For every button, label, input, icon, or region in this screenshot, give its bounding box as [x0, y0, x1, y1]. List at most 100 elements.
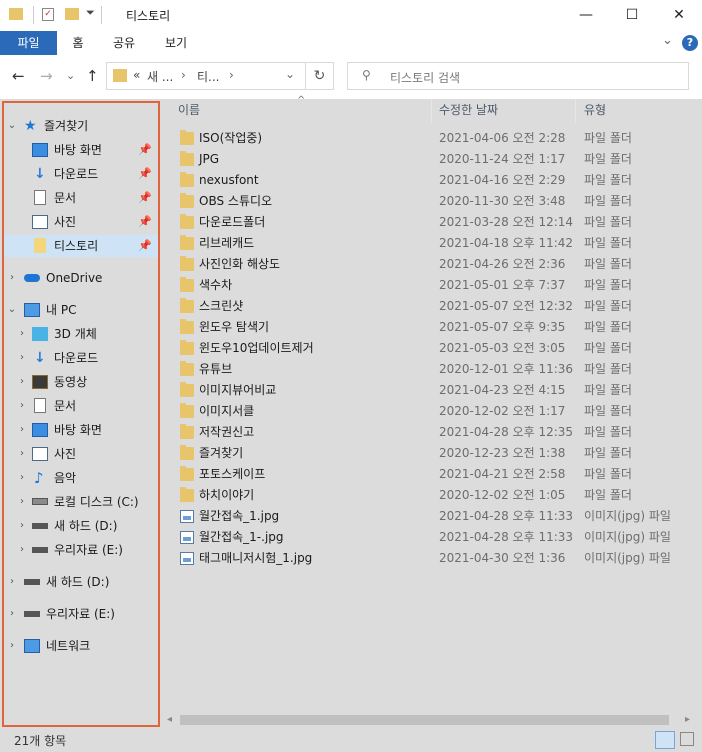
tab-share[interactable]: 공유: [104, 31, 144, 55]
nav-item-desktop[interactable]: › 바탕 화면: [4, 419, 158, 441]
properties-icon[interactable]: ✓: [42, 8, 54, 21]
nav-item-music[interactable]: › ♪ 음악: [4, 467, 158, 489]
chevron-right-icon[interactable]: ›: [16, 467, 28, 489]
scrollbar-thumb[interactable]: [180, 715, 669, 725]
chevron-right-icon[interactable]: ›: [6, 267, 18, 289]
nav-drive-d[interactable]: › 새 하드 (D:): [4, 571, 158, 593]
column-divider[interactable]: [431, 99, 432, 123]
file-row[interactable]: 스크린샷 2021-05-07 오전 12:32 파일 폴더: [174, 296, 680, 317]
pin-icon[interactable]: 📌: [138, 187, 152, 209]
scroll-right-arrow-icon[interactable]: ▸: [685, 714, 690, 725]
pin-icon[interactable]: 📌: [138, 139, 152, 161]
chevron-right-icon[interactable]: ›: [6, 635, 18, 657]
chevron-down-icon[interactable]: ⌄: [6, 299, 18, 321]
nav-item-pictures[interactable]: › 사진: [4, 443, 158, 465]
nav-item-desktop[interactable]: 바탕 화면 📌: [4, 139, 158, 161]
nav-item-tistory[interactable]: 티스토리 📌: [4, 235, 158, 257]
recent-locations-button[interactable]: ⌄: [66, 69, 75, 82]
nav-quick-access[interactable]: ⌄ ★ 즐겨찾기: [4, 115, 158, 137]
file-row[interactable]: OBS 스튜디오 2020-11-30 오전 3:48 파일 폴더: [174, 191, 680, 212]
file-row[interactable]: nexusfont 2021-04-16 오전 2:29 파일 폴더: [174, 170, 680, 191]
nav-item-videos[interactable]: › 동영상: [4, 371, 158, 393]
nav-item-drive-d[interactable]: › 새 하드 (D:): [4, 515, 158, 537]
nav-drive-e[interactable]: › 우리자료 (E:): [4, 603, 158, 625]
breadcrumb-item[interactable]: 새 ...: [147, 68, 173, 85]
file-row[interactable]: 리브레캐드 2021-04-18 오후 11:42 파일 폴더: [174, 233, 680, 254]
maximize-button[interactable]: ☐: [609, 0, 655, 31]
nav-item-documents[interactable]: 문서 📌: [4, 187, 158, 209]
search-box[interactable]: ⚲ 티스토리 검색: [347, 62, 689, 90]
chevron-right-icon[interactable]: ›: [16, 443, 28, 465]
file-row[interactable]: 이미지뷰어비교 2021-04-23 오전 4:15 파일 폴더: [174, 380, 680, 401]
pin-icon[interactable]: 📌: [138, 235, 152, 257]
tab-file[interactable]: 파일: [0, 31, 57, 55]
column-divider[interactable]: [575, 99, 576, 123]
chevron-right-icon[interactable]: ›: [16, 347, 28, 369]
file-row[interactable]: 월간접속_1.jpg 2021-04-28 오후 11:33 이미지(jpg) 파일: [174, 506, 680, 527]
new-folder-icon[interactable]: [65, 8, 79, 20]
breadcrumb-item[interactable]: 티...: [197, 68, 219, 85]
close-button[interactable]: ✕: [656, 0, 702, 31]
breadcrumb-separator[interactable]: ›: [229, 68, 234, 82]
file-row[interactable]: 이미지서클 2020-12-02 오전 1:17 파일 폴더: [174, 401, 680, 422]
file-row[interactable]: 다운로드폴더 2021-03-28 오전 12:14 파일 폴더: [174, 212, 680, 233]
customize-toolbar-icon[interactable]: ⏷: [86, 6, 95, 20]
nav-item-local-disk-c[interactable]: › 로컬 디스크 (C:): [4, 491, 158, 513]
breadcrumb-overflow[interactable]: «: [133, 68, 140, 82]
tab-home[interactable]: 홈: [62, 31, 94, 55]
nav-item-pictures[interactable]: 사진 📌: [4, 211, 158, 233]
pin-icon[interactable]: 📌: [138, 163, 152, 185]
column-header-name[interactable]: 이름: [178, 99, 200, 123]
column-header-date[interactable]: 수정한 날짜: [439, 99, 498, 123]
chevron-right-icon[interactable]: ›: [16, 539, 28, 561]
large-icons-view-icon[interactable]: [680, 732, 694, 746]
file-row[interactable]: 저작권신고 2021-04-28 오후 12:35 파일 폴더: [174, 422, 680, 443]
pin-icon[interactable]: 📌: [138, 211, 152, 233]
file-row[interactable]: 하치이야기 2020-12-02 오전 1:05 파일 폴더: [174, 485, 680, 506]
nav-item-drive-e[interactable]: › 우리자료 (E:): [4, 539, 158, 561]
details-view-icon[interactable]: [655, 731, 675, 749]
nav-item-3d-objects[interactable]: › 3D 개체: [4, 323, 158, 345]
nav-item-downloads[interactable]: ↓ 다운로드 📌: [4, 163, 158, 185]
chevron-down-icon[interactable]: ⌄: [6, 115, 18, 137]
search-placeholder[interactable]: 티스토리 검색: [390, 69, 460, 86]
refresh-button[interactable]: ↻: [305, 62, 334, 90]
back-button[interactable]: ←: [12, 67, 25, 85]
column-header-type[interactable]: 유형: [584, 99, 606, 123]
scroll-left-arrow-icon[interactable]: ◂: [167, 714, 172, 725]
file-row[interactable]: 태그매니저시험_1.jpg 2021-04-30 오전 1:36 이미지(jpg) …: [174, 548, 680, 569]
file-row[interactable]: 유튜브 2020-12-01 오후 11:36 파일 폴더: [174, 359, 680, 380]
file-row[interactable]: 월간접속_1-.jpg 2021-04-28 오후 11:33 이미지(jpg) 파…: [174, 527, 680, 548]
minimize-button[interactable]: —: [563, 0, 609, 31]
chevron-right-icon[interactable]: ›: [16, 395, 28, 417]
file-row[interactable]: 윈도우 탐색기 2021-05-07 오후 9:35 파일 폴더: [174, 317, 680, 338]
file-row[interactable]: 즐겨찾기 2020-12-23 오전 1:38 파일 폴더: [174, 443, 680, 464]
nav-onedrive[interactable]: › OneDrive: [4, 267, 158, 289]
nav-item-downloads[interactable]: › ↓ 다운로드: [4, 347, 158, 369]
address-bar[interactable]: « 새 ... › 티... › ⌄: [106, 62, 334, 90]
up-button[interactable]: ↑: [86, 67, 99, 85]
nav-item-documents[interactable]: › 문서: [4, 395, 158, 417]
chevron-right-icon[interactable]: ›: [16, 419, 28, 441]
chevron-right-icon[interactable]: ›: [16, 371, 28, 393]
address-dropdown-button[interactable]: ⌄: [285, 67, 295, 81]
breadcrumb-separator[interactable]: ›: [181, 68, 186, 82]
chevron-right-icon[interactable]: ›: [16, 323, 28, 345]
help-icon[interactable]: ?: [682, 35, 698, 51]
file-row[interactable]: 사진인화 해상도 2021-04-26 오전 2:36 파일 폴더: [174, 254, 680, 275]
chevron-right-icon[interactable]: ›: [6, 603, 18, 625]
tab-view[interactable]: 보기: [156, 31, 196, 55]
nav-network[interactable]: › 네트워크: [4, 635, 158, 657]
file-row[interactable]: ISO(작업중) 2021-04-06 오전 2:28 파일 폴더: [174, 128, 680, 149]
nav-this-pc[interactable]: ⌄ 내 PC: [4, 299, 158, 321]
forward-button[interactable]: →: [40, 67, 53, 85]
ribbon-collapse-icon[interactable]: ⌄: [662, 33, 673, 48]
chevron-right-icon[interactable]: ›: [6, 571, 18, 593]
chevron-right-icon[interactable]: ›: [16, 491, 28, 513]
chevron-right-icon[interactable]: ›: [16, 515, 28, 537]
file-row[interactable]: 윈도우10업데이트제거 2021-05-03 오전 3:05 파일 폴더: [174, 338, 680, 359]
horizontal-scrollbar[interactable]: ◂ ▸: [164, 712, 700, 728]
file-row[interactable]: 포토스케이프 2021-04-21 오전 2:58 파일 폴더: [174, 464, 680, 485]
file-row[interactable]: JPG 2020-11-24 오전 1:17 파일 폴더: [174, 149, 680, 170]
file-row[interactable]: 색수차 2021-05-01 오후 7:37 파일 폴더: [174, 275, 680, 296]
